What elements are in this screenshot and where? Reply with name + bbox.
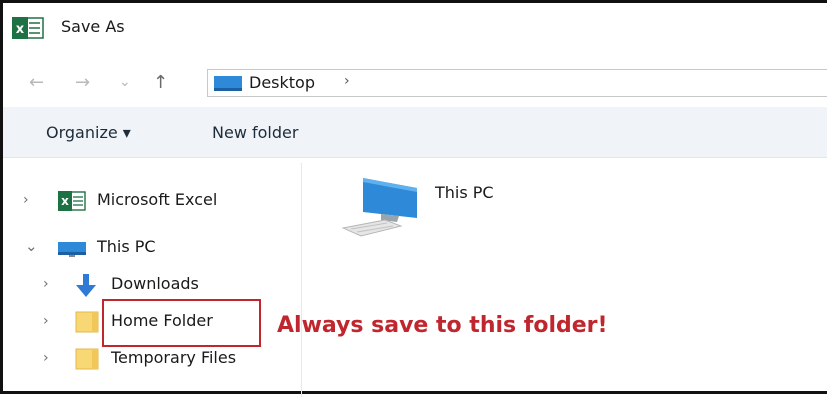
folder-icon — [75, 311, 99, 333]
excel-icon: x — [12, 17, 44, 39]
new-folder-button[interactable]: New folder — [212, 123, 298, 142]
save-as-dialog: x Save As ← → ⌄ ↑ Desktop › Organize ▾ N… — [0, 0, 827, 397]
content-item-label: This PC — [435, 183, 494, 202]
title-bar: x Save As — [3, 3, 827, 51]
forward-icon[interactable]: → — [75, 72, 90, 93]
command-bar: Organize ▾ New folder — [3, 107, 827, 158]
sidebar-item-this-pc[interactable]: ⌄ This PC — [3, 233, 299, 265]
address-row: ← → ⌄ ↑ Desktop › — [3, 59, 827, 103]
sidebar-item-label: This PC — [97, 237, 156, 256]
svg-text:x: x — [16, 22, 25, 37]
callout-text: Always save to this folder! — [277, 313, 608, 338]
organize-button[interactable]: Organize ▾ — [46, 123, 131, 142]
back-icon[interactable]: ← — [29, 72, 44, 93]
recent-locations-icon[interactable]: ⌄ — [119, 74, 131, 90]
address-bar[interactable]: Desktop › — [207, 69, 827, 97]
computer-icon — [341, 178, 417, 237]
chevron-right-icon[interactable]: › — [43, 276, 49, 292]
chevron-right-icon[interactable]: › — [23, 192, 29, 208]
sidebar-item-microsoft-excel[interactable]: › x Microsoft Excel — [3, 186, 299, 218]
up-icon[interactable]: ↑ — [153, 72, 168, 93]
excel-icon: x — [58, 191, 86, 211]
sidebar-item-label: Microsoft Excel — [97, 190, 218, 209]
window-title: Save As — [61, 17, 125, 36]
sidebar-item-temporary-files[interactable]: › Temporary Files — [3, 344, 299, 376]
chevron-down-icon[interactable]: ⌄ — [25, 237, 38, 255]
chevron-right-icon[interactable]: › — [344, 73, 350, 89]
downloads-arrow-icon — [76, 274, 96, 297]
svg-text:x: x — [61, 194, 69, 208]
sidebar-item-label: Downloads — [111, 274, 199, 293]
chevron-right-icon[interactable]: › — [43, 313, 49, 329]
chevron-right-icon[interactable]: › — [43, 350, 49, 366]
highlight-box — [102, 299, 261, 347]
folder-icon — [75, 348, 99, 370]
desktop-icon — [214, 76, 242, 91]
computer-icon — [58, 242, 86, 257]
sidebar-item-downloads[interactable]: › Downloads — [3, 270, 299, 302]
sidebar-item-label: Temporary Files — [111, 348, 237, 367]
pane-divider[interactable] — [301, 163, 302, 397]
address-text: Desktop — [249, 73, 315, 92]
